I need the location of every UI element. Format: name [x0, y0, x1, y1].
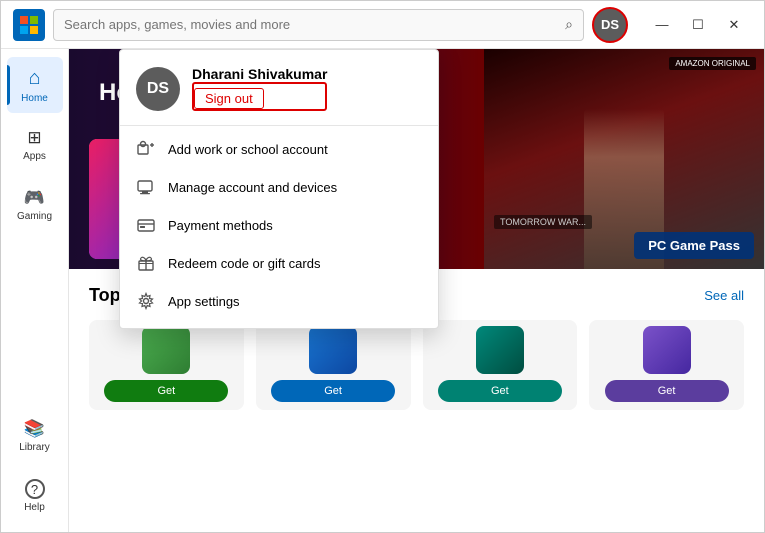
- dropdown-header: DS Dharani Shivakumar Sign out: [120, 50, 438, 121]
- amazon-badge: AMAZON ORIGINAL: [669, 57, 756, 70]
- search-icon: ⌕: [565, 16, 573, 33]
- sidebar-label-help: Help: [24, 502, 45, 513]
- settings-label: App settings: [168, 294, 240, 309]
- dropdown-item-manage-account[interactable]: Manage account and devices: [120, 168, 438, 206]
- user-avatar-button[interactable]: DS: [592, 7, 628, 43]
- payment-label: Payment methods: [168, 218, 273, 233]
- app-logo: [13, 9, 45, 41]
- sidebar-label-apps: Apps: [23, 151, 46, 162]
- app-cards-row: Get Get Get Get: [89, 320, 744, 410]
- hero-right-bg: AMAZON ORIGINAL TOMORROW WAR... PC Game …: [484, 49, 764, 269]
- sidebar: ⌂ Home ⊞ Apps 🎮 Gaming 📚 Library ? Help: [1, 49, 69, 532]
- close-button[interactable]: ✕: [716, 7, 752, 43]
- user-dropdown-menu: DS Dharani Shivakumar Sign out: [119, 49, 439, 329]
- gaming-icon: 🎮: [24, 188, 45, 208]
- dropdown-item-add-work[interactable]: Add work or school account: [120, 130, 438, 168]
- signout-highlight-box: Sign out: [192, 82, 327, 111]
- search-bar[interactable]: ⌕: [53, 9, 584, 41]
- see-all-link[interactable]: See all: [704, 288, 744, 303]
- main-content: Home SUN & TILE AMAZON ORIGINAL: [69, 49, 764, 532]
- app-card-2: Get: [256, 320, 411, 410]
- signout-button[interactable]: Sign out: [194, 88, 264, 109]
- dropdown-item-redeem[interactable]: Redeem code or gift cards: [120, 244, 438, 282]
- app-window: ⌕ DS — ☐ ✕ ⌂ Home ⊞ Apps 🎮 Gaming: [0, 0, 765, 533]
- app-get-button-2[interactable]: Get: [271, 380, 395, 402]
- payment-icon: [136, 215, 156, 235]
- app-card-3: Get: [423, 320, 578, 410]
- app-get-button-3[interactable]: Get: [438, 380, 562, 402]
- hero-right-card: AMAZON ORIGINAL TOMORROW WAR... PC Game …: [484, 49, 764, 269]
- settings-icon: [136, 291, 156, 311]
- library-icon: 📚: [24, 419, 45, 439]
- add-work-label: Add work or school account: [168, 142, 328, 157]
- app-body: ⌂ Home ⊞ Apps 🎮 Gaming 📚 Library ? Help: [1, 49, 764, 532]
- sidebar-label-library: Library: [19, 442, 50, 453]
- sidebar-item-help[interactable]: ? Help: [7, 468, 63, 524]
- sidebar-label-home: Home: [21, 93, 48, 104]
- game-pass-label: PC Game Pass: [648, 238, 740, 253]
- help-icon: ?: [25, 479, 45, 499]
- redeem-icon: [136, 253, 156, 273]
- manage-account-label: Manage account and devices: [168, 180, 337, 195]
- manage-account-icon: [136, 177, 156, 197]
- titlebar: ⌕ DS — ☐ ✕: [1, 1, 764, 49]
- dropdown-item-settings[interactable]: App settings: [120, 282, 438, 320]
- app-card-icon-4: [643, 326, 691, 374]
- home-icon: ⌂: [28, 67, 40, 90]
- add-work-icon: [136, 139, 156, 159]
- search-input[interactable]: [64, 17, 559, 32]
- app-get-button-1[interactable]: Get: [104, 380, 228, 402]
- tomorrow-badge: TOMORROW WAR...: [494, 215, 592, 229]
- app-card-4: Get: [589, 320, 744, 410]
- app-card-1: Get: [89, 320, 244, 410]
- maximize-button[interactable]: ☐: [680, 7, 716, 43]
- dropdown-item-payment[interactable]: Payment methods: [120, 206, 438, 244]
- apps-icon: ⊞: [27, 128, 41, 148]
- sidebar-item-apps[interactable]: ⊞ Apps: [7, 117, 63, 173]
- sidebar-label-gaming: Gaming: [17, 211, 52, 222]
- app-card-icon-3: [476, 326, 524, 374]
- minimize-button[interactable]: —: [644, 7, 680, 43]
- app-card-icon-1: [142, 326, 190, 374]
- dropdown-avatar: DS: [136, 67, 180, 111]
- dropdown-username: Dharani Shivakumar: [192, 66, 327, 82]
- redeem-label: Redeem code or gift cards: [168, 256, 320, 271]
- sidebar-item-home[interactable]: ⌂ Home: [7, 57, 63, 113]
- window-controls: — ☐ ✕: [644, 7, 752, 43]
- dropdown-divider-1: [120, 125, 438, 126]
- app-card-icon-2: [309, 326, 357, 374]
- app-get-button-4[interactable]: Get: [605, 380, 729, 402]
- game-pass-banner: PC Game Pass: [634, 232, 754, 259]
- dropdown-user-info: Dharani Shivakumar Sign out: [192, 66, 327, 111]
- sidebar-item-library[interactable]: 📚 Library: [7, 408, 63, 464]
- sidebar-item-gaming[interactable]: 🎮 Gaming: [7, 177, 63, 233]
